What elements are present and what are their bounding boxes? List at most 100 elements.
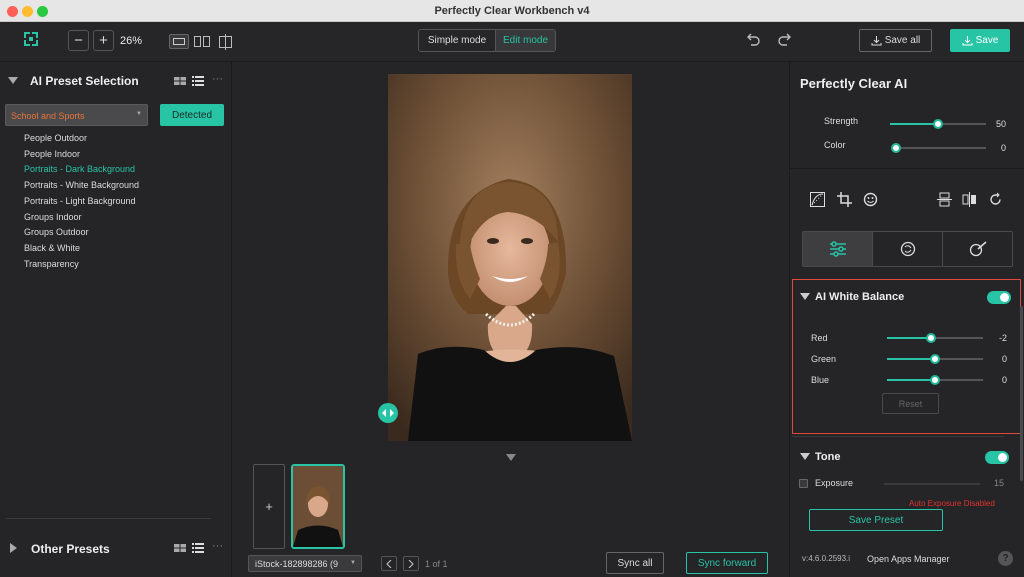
- red-slider[interactable]: [887, 333, 983, 343]
- next-page-button[interactable]: [403, 556, 419, 571]
- list-view-icon[interactable]: [192, 543, 204, 553]
- exposure-value: 15: [993, 478, 1004, 488]
- collapse-filmstrip-icon[interactable]: [506, 454, 516, 461]
- panel-scrollbar[interactable]: [1020, 306, 1023, 481]
- grid-view-icon[interactable]: [174, 77, 186, 85]
- slider-knob[interactable]: [930, 354, 940, 364]
- filmstrip-thumbnail[interactable]: [291, 464, 345, 549]
- redo-icon[interactable]: [777, 32, 793, 48]
- exposure-slider[interactable]: [884, 483, 980, 485]
- exposure-label: Exposure: [815, 478, 854, 488]
- flip-vertical-icon[interactable]: [937, 192, 952, 207]
- preset-item[interactable]: Portraits - Dark Background: [24, 164, 135, 174]
- exposure-checkbox[interactable]: [799, 479, 808, 488]
- white-balance-toggle[interactable]: [987, 291, 1011, 304]
- sync-forward-button[interactable]: Sync forward: [686, 552, 768, 574]
- save-all-label: Save all: [884, 35, 921, 46]
- tab-adjustments[interactable]: [803, 232, 873, 266]
- preset-item[interactable]: Groups Indoor: [24, 212, 82, 222]
- category-select-value: School and Sports: [11, 111, 85, 121]
- help-icon[interactable]: ?: [998, 551, 1013, 566]
- file-select[interactable]: iStock-182898286 (9 ▼: [248, 555, 362, 572]
- photo-preview[interactable]: [388, 74, 632, 441]
- slider-knob[interactable]: [933, 119, 943, 129]
- preset-item[interactable]: People Outdoor: [24, 133, 87, 143]
- sync-all-button[interactable]: Sync all: [606, 552, 664, 574]
- slider-knob[interactable]: [891, 143, 901, 153]
- single-view-button[interactable]: [169, 34, 189, 49]
- tab-beautify[interactable]: [873, 232, 943, 266]
- slider-fill: [887, 379, 935, 381]
- color-label: Color: [824, 140, 846, 150]
- flip-horizontal-icon[interactable]: [962, 192, 977, 207]
- green-slider[interactable]: [887, 354, 983, 364]
- tab-creative[interactable]: [943, 232, 1012, 266]
- compare-handle[interactable]: [378, 403, 398, 423]
- preset-item[interactable]: Portraits - Light Background: [24, 196, 136, 206]
- zoom-in-button[interactable]: +: [93, 30, 114, 51]
- preset-item[interactable]: People Indoor: [24, 149, 80, 159]
- color-slider[interactable]: [891, 143, 986, 153]
- red-value: -2: [998, 333, 1007, 343]
- zoom-level: 26%: [120, 35, 143, 47]
- sliders-icon: [829, 241, 846, 257]
- edit-mode-tab[interactable]: Edit mode: [495, 30, 555, 51]
- split-view-icon[interactable]: [194, 36, 210, 47]
- right-panel: Perfectly Clear AI Strength 50 Color 0 A…: [789, 62, 1024, 577]
- blue-slider[interactable]: [887, 375, 983, 385]
- detected-button[interactable]: Detected: [160, 104, 224, 126]
- file-select-value: iStock-182898286 (9: [255, 559, 339, 569]
- add-image-button[interactable]: +: [253, 464, 285, 549]
- collapse-triangle-icon[interactable]: [800, 453, 810, 460]
- simple-mode-tab[interactable]: Simple mode: [419, 30, 495, 51]
- tone-toggle[interactable]: [985, 451, 1009, 464]
- save-button[interactable]: Save: [950, 29, 1010, 52]
- green-label: Green: [811, 354, 837, 364]
- ai-preset-title: AI Preset Selection: [30, 74, 139, 88]
- save-preset-button[interactable]: Save Preset: [809, 509, 943, 531]
- more-options-icon[interactable]: ···: [212, 540, 223, 552]
- preset-item[interactable]: Portraits - White Background: [24, 180, 139, 190]
- panel-tabs: [802, 231, 1013, 267]
- save-label: Save: [975, 35, 999, 46]
- crop-icon[interactable]: [837, 192, 852, 207]
- preset-item[interactable]: Black & White: [24, 243, 80, 253]
- slider-knob[interactable]: [930, 375, 940, 385]
- expand-triangle-icon[interactable]: [10, 543, 17, 553]
- page-info: 1 of 1: [425, 559, 448, 569]
- category-select[interactable]: School and Sports ▼: [5, 104, 148, 126]
- rotate-icon[interactable]: [988, 192, 1003, 207]
- auto-exposure-warning: Auto Exposure Disabled: [909, 499, 995, 508]
- white-balance-title: AI White Balance: [815, 291, 905, 303]
- slider-fill: [887, 358, 935, 360]
- version-label: v:4.6.0.2593.i: [802, 554, 851, 563]
- collapse-triangle-icon[interactable]: [8, 77, 18, 84]
- crop-compare-icon[interactable]: [217, 34, 234, 50]
- preset-item[interactable]: Transparency: [24, 259, 79, 269]
- grid-view-icon[interactable]: [174, 544, 186, 552]
- open-apps-manager-link[interactable]: Open Apps Manager: [867, 554, 950, 564]
- app-logo-icon: [22, 30, 40, 48]
- save-all-button[interactable]: Save all: [859, 29, 932, 52]
- prev-page-button[interactable]: [381, 556, 397, 571]
- reset-button[interactable]: Reset: [882, 393, 939, 414]
- portrait-photo: [388, 74, 632, 441]
- preset-item[interactable]: Groups Outdoor: [24, 227, 89, 237]
- more-options-icon[interactable]: ···: [212, 73, 223, 85]
- collapse-triangle-icon[interactable]: [800, 293, 810, 300]
- undo-icon[interactable]: [745, 32, 761, 48]
- divider: [6, 518, 211, 519]
- slider-fill: [890, 123, 938, 125]
- white-balance-section: AI White Balance Red -2 Green 0 Blue 0 R…: [792, 279, 1021, 434]
- blue-label: Blue: [811, 375, 830, 385]
- chevron-down-icon: ▼: [136, 111, 142, 117]
- left-sidebar: AI Preset Selection ··· School and Sport…: [0, 62, 232, 577]
- window-titlebar: Perfectly Clear Workbench v4: [0, 0, 1024, 22]
- strength-slider[interactable]: [890, 119, 986, 129]
- list-view-icon[interactable]: [192, 76, 204, 86]
- face-icon[interactable]: [863, 192, 878, 207]
- download-icon: [871, 36, 882, 46]
- slider-knob[interactable]: [926, 333, 937, 343]
- zoom-out-button[interactable]: −: [68, 30, 89, 51]
- curves-icon[interactable]: [810, 192, 825, 207]
